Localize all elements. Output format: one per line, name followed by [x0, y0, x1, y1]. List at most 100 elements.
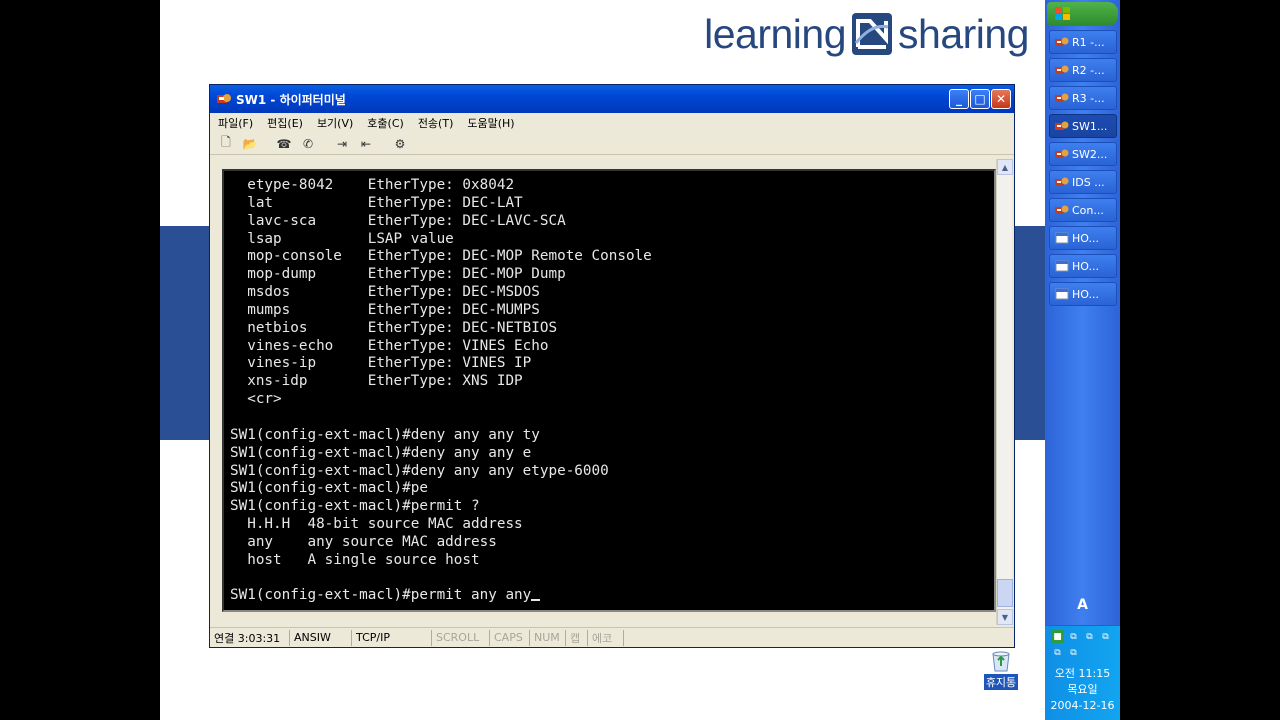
terminal-line: SW1(config-ext-macl)#permit ?	[230, 498, 480, 515]
terminal-line: lsap LSAP value	[230, 230, 454, 247]
menu-transfer[interactable]: 전송(T)	[418, 115, 454, 131]
taskbar-button[interactable]: IDS ...	[1049, 170, 1117, 194]
terminal-line: lavc-sca EtherType: DEC-LAVC-SCA	[230, 212, 566, 229]
terminal-line: any any source MAC address	[230, 533, 497, 550]
scroll-down-icon[interactable]: ▼	[997, 609, 1013, 625]
right-blue-band	[1015, 226, 1045, 440]
send-icon[interactable]: ⇥	[334, 136, 350, 152]
terminal-app-icon	[1055, 148, 1069, 160]
status-capture: 캡	[566, 629, 588, 646]
taskbar-button[interactable]: SW2...	[1049, 142, 1117, 166]
terminal-line: host A single source host	[230, 551, 480, 568]
clock-time: 오전 11:15	[1054, 667, 1111, 680]
taskbar: R1 -... R2 -... R3 -... SW1... SW2... IDS ...…	[1045, 0, 1120, 720]
terminal-app-icon	[1055, 36, 1069, 48]
terminal-line: SW1(config-ext-macl)#deny any any e	[230, 444, 532, 461]
logo-n-mark-icon	[852, 13, 893, 55]
status-emulation: ANSIW	[290, 629, 352, 646]
terminal-line: netbios EtherType: DEC-NETBIOS	[230, 319, 558, 336]
taskbar-button[interactable]: R1 -...	[1049, 30, 1117, 54]
terminal-screen[interactable]: etype-8042 EtherType: 0x8042 lat EtherTy…	[224, 171, 994, 610]
language-indicator[interactable]: A	[1070, 594, 1095, 616]
maximize-button[interactable]: □	[970, 89, 990, 109]
terminal-app-icon	[1055, 120, 1069, 132]
taskbar-button[interactable]: HO...	[1049, 254, 1117, 278]
terminal-line: xns-idp EtherType: XNS IDP	[230, 373, 523, 390]
terminal-line: SW1(config-ext-macl)#permit any any	[230, 587, 994, 605]
recycle-bin[interactable]: 휴지통	[978, 648, 1024, 690]
status-port: TCP/IP	[352, 629, 432, 646]
terminal-line: msdos EtherType: DEC-MSDOS	[230, 284, 540, 301]
menu-call[interactable]: 호출(C)	[367, 115, 404, 131]
open-icon[interactable]: 📂	[242, 136, 258, 152]
status-bar: 연결 3:03:31 ANSIW TCP/IP SCROLL CAPS NUM …	[210, 627, 1014, 647]
terminal-line: mop-console EtherType: DEC-MOP Remote Co…	[230, 248, 652, 265]
terminal-app-icon	[1055, 204, 1069, 216]
receive-icon[interactable]: ⇤	[358, 136, 374, 152]
minimize-button[interactable]: _	[949, 89, 969, 109]
scroll-thumb[interactable]	[997, 579, 1013, 607]
status-num: NUM	[530, 629, 566, 646]
network-icon[interactable]: ⧉	[1067, 646, 1080, 659]
left-blue-band	[160, 226, 209, 440]
terminal-line: SW1(config-ext-macl)#deny any any etype-…	[230, 462, 609, 479]
new-icon[interactable]: 🗋	[218, 135, 234, 152]
terminal-cursor	[531, 599, 541, 602]
network-icon[interactable]: ⧉	[1067, 630, 1080, 643]
terminal-app-icon	[1055, 176, 1069, 188]
tray-app-icon[interactable]: ■	[1051, 630, 1064, 643]
taskbar-button[interactable]: SW1...	[1049, 114, 1117, 138]
windows-logo-icon	[1055, 7, 1070, 20]
taskbar-button[interactable]: HO...	[1049, 282, 1117, 306]
menu-edit[interactable]: 편집(E)	[267, 115, 303, 131]
status-echo: 에코	[588, 629, 624, 646]
learning-sharing-logo: learning sharing	[704, 6, 1029, 62]
terminal-line: SW1(config-ext-macl)#pe	[230, 480, 428, 497]
terminal-line: <cr>	[230, 391, 282, 408]
call-icon[interactable]: ✆	[300, 136, 316, 152]
taskbar-button-label: R1 -...	[1072, 35, 1105, 49]
scroll-up-icon[interactable]: ▲	[997, 159, 1013, 175]
system-tray: ■ ⧉ ⧉ ⧉ ⧉ ⧉ 오전 11:15 목요일 2004-12-16	[1045, 625, 1120, 720]
minimize-icon: _	[956, 92, 962, 106]
close-icon: ✕	[995, 92, 1007, 106]
window-title: SW1 - 하이퍼터미널	[236, 92, 346, 107]
vertical-scrollbar[interactable]: ▲ ▼	[996, 159, 1013, 625]
close-button[interactable]: ✕	[991, 89, 1011, 109]
hyperterminal-window: SW1 - 하이퍼터미널 _ □ ✕ 파일(F) 편집(E) 보기(V) 호출(…	[209, 84, 1015, 648]
status-connection: 연결 3:03:31	[210, 629, 290, 646]
terminal-line: mumps EtherType: DEC-MUMPS	[230, 301, 540, 318]
taskbar-button[interactable]: R2 -...	[1049, 58, 1117, 82]
menu-help[interactable]: 도움말(H)	[467, 115, 514, 131]
terminal-line: vines-ip EtherType: VINES IP	[230, 355, 532, 372]
window-app-icon	[1055, 260, 1069, 272]
taskbar-button-label: HO...	[1072, 287, 1099, 301]
right-letterbox	[1120, 0, 1280, 720]
taskbar-button[interactable]: Con...	[1049, 198, 1117, 222]
network-icon[interactable]: ⧉	[1083, 630, 1096, 643]
menu-file[interactable]: 파일(F)	[218, 115, 253, 131]
disconnect-icon[interactable]: ☎	[276, 136, 292, 152]
taskbar-button-label: HO...	[1072, 231, 1099, 245]
terminal-line: vines-echo EtherType: VINES Echo	[230, 337, 549, 354]
terminal-line: mop-dump EtherType: DEC-MOP Dump	[230, 266, 566, 283]
menu-view[interactable]: 보기(V)	[317, 115, 353, 131]
status-caps: CAPS	[490, 629, 530, 646]
taskbar-button-label: HO...	[1072, 259, 1099, 273]
taskbar-button[interactable]: R3 -...	[1049, 86, 1117, 110]
properties-icon[interactable]: ⚙	[392, 136, 408, 152]
network-icon[interactable]: ⧉	[1051, 646, 1064, 659]
network-icon[interactable]: ⧉	[1099, 630, 1112, 643]
menu-bar: 파일(F) 편집(E) 보기(V) 호출(C) 전송(T) 도움말(H)	[210, 113, 1014, 133]
toolbar: 🗋 📂 ☎ ✆ ⇥ ⇤ ⚙	[210, 133, 1014, 155]
recycle-bin-icon	[992, 651, 1010, 672]
terminal-line: lat EtherType: DEC-LAT	[230, 194, 523, 211]
terminal-line: etype-8042 EtherType: 0x8042	[230, 177, 515, 193]
window-titlebar[interactable]: SW1 - 하이퍼터미널 _ □ ✕	[210, 85, 1014, 113]
taskbar-button[interactable]: HO...	[1049, 226, 1117, 250]
clock[interactable]: 오전 11:15 목요일 2004-12-16	[1045, 666, 1120, 714]
start-button[interactable]	[1047, 2, 1118, 26]
logo-word-learning: learning	[704, 10, 847, 57]
